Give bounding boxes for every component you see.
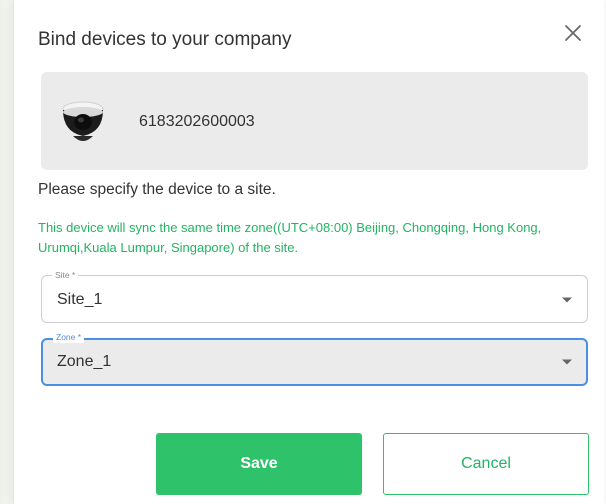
device-card: 6183202600003 [41,72,588,170]
close-button[interactable] [560,20,586,46]
zone-field-label: Zone * [53,332,85,343]
site-field-label: Site * [52,270,79,281]
chevron-down-icon[interactable] [561,296,573,304]
site-select[interactable]: Site * Site_1 [41,270,588,323]
zone-select[interactable]: Zone * Zone_1 [41,332,588,386]
chevron-down-icon[interactable] [561,358,573,366]
device-serial-number: 6183202600003 [139,113,255,130]
dialog-title: Bind devices to your company [38,29,292,50]
site-instruction-text: Please specify the device to a site. [38,181,276,198]
zone-selected-value: Zone_1 [57,353,112,370]
site-selected-value: Site_1 [57,291,103,308]
bind-devices-dialog: Bind devices to your company 61832026000… [13,0,604,504]
save-button[interactable]: Save [156,433,362,495]
cancel-button[interactable]: Cancel [383,433,589,495]
timezone-sync-note: This device will sync the same time zone… [38,220,542,255]
dome-camera-icon [62,101,104,141]
close-icon [565,25,581,41]
